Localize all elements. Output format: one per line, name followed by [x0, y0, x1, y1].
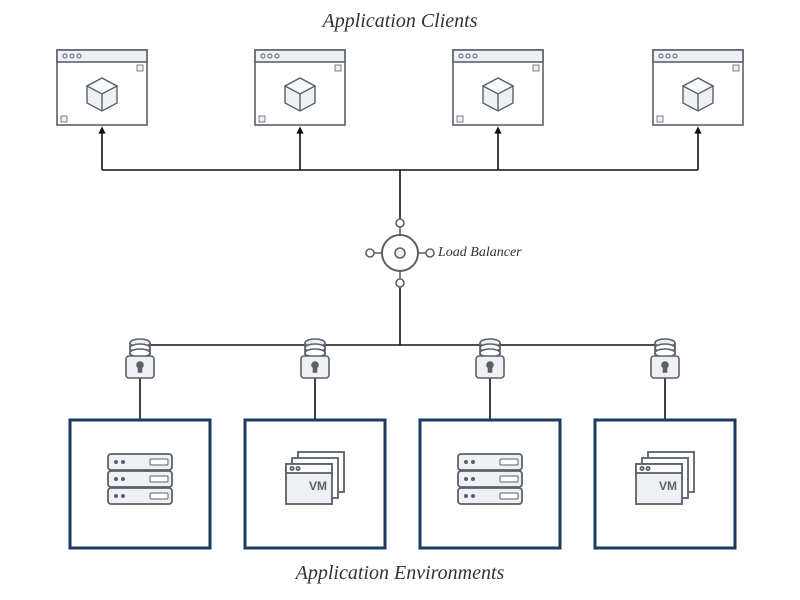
env-box-1	[245, 420, 385, 548]
env-box-0	[70, 420, 210, 548]
client-window-3	[653, 50, 743, 125]
client-window-0	[57, 50, 147, 125]
lock-icon-3	[651, 339, 679, 378]
connector-top	[102, 130, 698, 220]
connector-bottom	[140, 286, 665, 420]
env-box-2	[420, 420, 560, 548]
lock-icon-1	[301, 339, 329, 378]
lock-icon-2	[476, 339, 504, 378]
env-box-3	[595, 420, 735, 548]
lock-icon-0	[126, 339, 154, 378]
client-window-1	[255, 50, 345, 125]
client-window-2	[453, 50, 543, 125]
load-balancer-icon	[366, 219, 434, 287]
diagram-canvas: VM	[0, 0, 800, 600]
